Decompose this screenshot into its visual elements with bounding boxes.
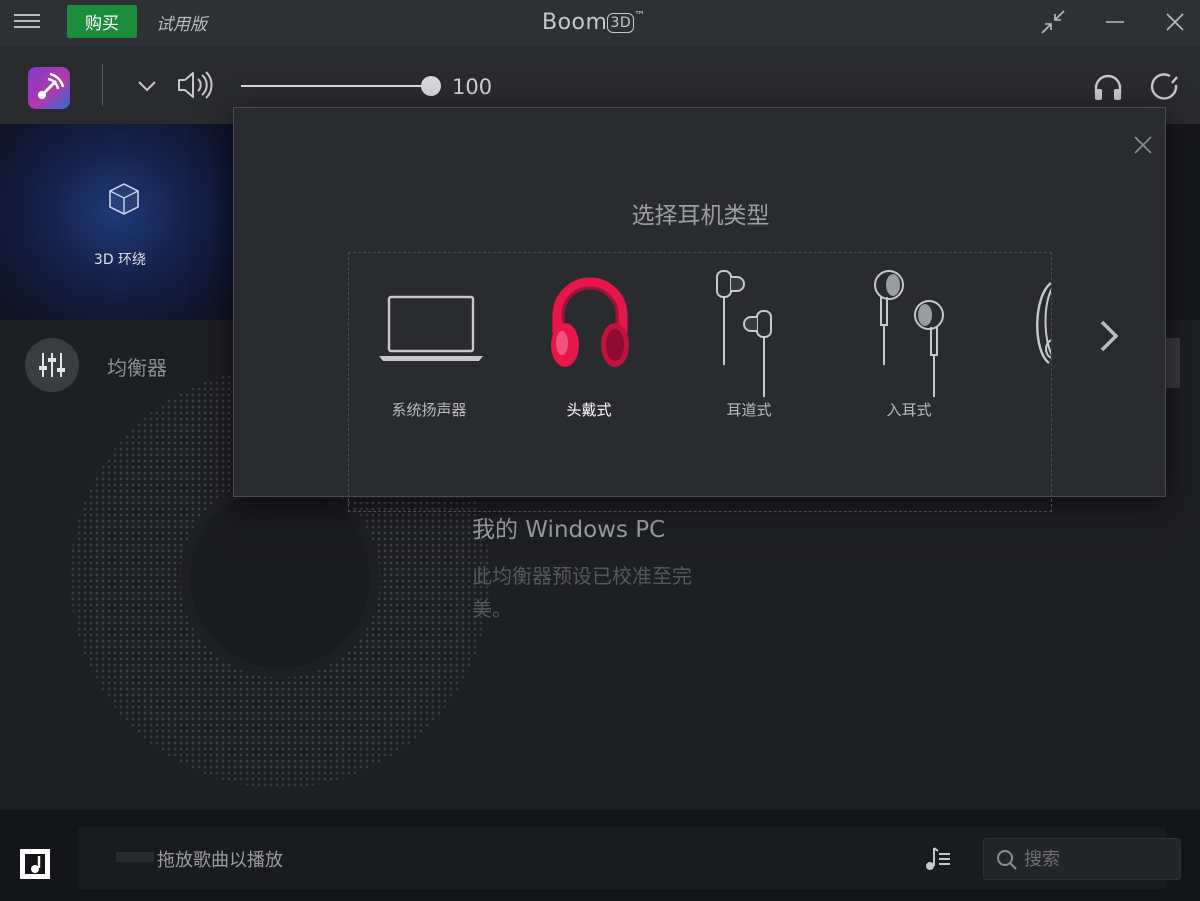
headphone-type-dialog: 选择耳机类型 系统扬声器 头戴式 耳道式 入耳式 xyxy=(233,107,1166,512)
option-earbuds[interactable]: 入耳式 xyxy=(829,253,989,453)
effect-3d-surround[interactable]: 3D 环绕 xyxy=(0,124,233,320)
equalizer-icon[interactable] xyxy=(25,338,79,392)
option-label: 系统扬声器 xyxy=(391,401,467,419)
effect-3d-surround-label: 3D 环绕 xyxy=(93,252,147,268)
eq-preset-description: 此均衡器预设已校准至完美。 xyxy=(472,564,692,621)
dialog-title: 选择耳机类型 xyxy=(631,203,770,229)
option-system-speaker[interactable]: 系统扬声器 xyxy=(349,253,509,453)
app-badge: 3D xyxy=(607,13,635,33)
search-input[interactable] xyxy=(1024,845,1174,873)
music-note-icon[interactable] xyxy=(19,848,51,880)
laptop-icon xyxy=(387,295,475,353)
song-title-placeholder xyxy=(116,852,154,862)
option-label: 耳道式 xyxy=(726,401,772,419)
compact-mode-icon[interactable] xyxy=(1038,8,1068,36)
volume-slider-track xyxy=(241,85,431,87)
app-name: Boom xyxy=(542,10,608,35)
playlist-icon[interactable] xyxy=(922,844,952,874)
earbuds-icon xyxy=(874,270,944,397)
app-title: Boom 3D ™ xyxy=(542,9,646,35)
option-over-ear[interactable]: 头戴式 xyxy=(509,253,669,453)
chevron-right-icon[interactable] xyxy=(1094,316,1124,356)
power-icon[interactable] xyxy=(1148,71,1182,103)
headphones-icon[interactable] xyxy=(1092,72,1124,102)
boom3d-window: 购买 试用版 Boom 3D ™ 100 3D 环绕 均衡器 我的 Window… xyxy=(0,0,1200,901)
volume-slider-knob[interactable] xyxy=(421,76,441,96)
option-partial-next[interactable] xyxy=(989,253,1051,453)
scroll-handle[interactable] xyxy=(1166,338,1180,388)
search-box[interactable] xyxy=(983,838,1181,880)
search-icon xyxy=(996,849,1018,871)
title-bar: 购买 试用版 Boom 3D ™ xyxy=(0,0,1200,46)
volume-value: 100 xyxy=(452,75,493,99)
cube-icon xyxy=(105,180,143,218)
chevron-down-icon[interactable] xyxy=(136,77,158,95)
over-ear-headphones-icon xyxy=(551,277,629,367)
toolbar-divider xyxy=(102,64,103,106)
ear-hook-icon xyxy=(1036,282,1051,364)
in-canal-earphones-icon xyxy=(716,270,772,397)
drop-song-hint: 拖放歌曲以播放 xyxy=(157,850,283,871)
minimize-icon[interactable] xyxy=(1100,8,1130,36)
trademark-mark: ™ xyxy=(634,9,646,22)
option-label: 入耳式 xyxy=(886,401,932,419)
equalizer-label: 均衡器 xyxy=(107,356,167,380)
option-label: 头戴式 xyxy=(566,401,612,419)
headphone-options-carousel: 系统扬声器 头戴式 耳道式 入耳式 xyxy=(348,252,1052,512)
volume-slider[interactable] xyxy=(241,74,441,98)
close-window-icon[interactable] xyxy=(1160,8,1190,36)
hamburger-menu-icon[interactable] xyxy=(14,10,40,32)
boom-logo-icon[interactable] xyxy=(28,67,70,109)
option-in-canal[interactable]: 耳道式 xyxy=(669,253,829,453)
vinyl-disc-center xyxy=(190,488,370,668)
buy-button[interactable]: 购买 xyxy=(67,5,137,38)
trial-label: 试用版 xyxy=(156,15,207,35)
dialog-close-icon[interactable] xyxy=(1132,134,1154,156)
volume-icon[interactable] xyxy=(176,70,214,100)
eq-preset-title: 我的 Windows PC xyxy=(472,517,666,543)
